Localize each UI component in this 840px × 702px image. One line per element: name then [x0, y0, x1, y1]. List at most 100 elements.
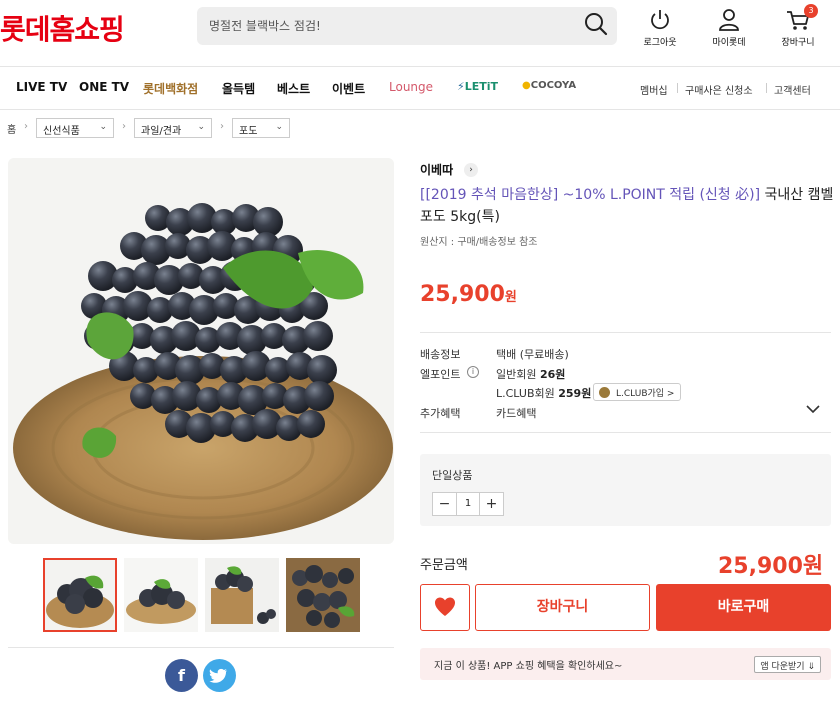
breadcrumb-select-category1[interactable]: 신선식품 ⌄ [36, 118, 114, 138]
grape-berry [303, 321, 333, 351]
lpoint-lclub: L.CLUB회원 259원 [496, 385, 591, 401]
chevron-down-icon[interactable] [806, 404, 820, 414]
nav-membership[interactable]: 멤버십 [640, 82, 668, 97]
facebook-icon: f [178, 666, 185, 685]
search-input[interactable] [209, 15, 569, 37]
thumbnail-image [45, 560, 115, 630]
thumbnail-1[interactable] [43, 558, 117, 632]
chevron-right-icon: › [220, 121, 224, 132]
total-price: 25,900원 [718, 554, 824, 579]
product-title-promo[interactable]: [[2019 추석 마음한상] ~10% L.POINT 적립 (신청 必)] [420, 187, 760, 203]
user-icon [719, 9, 739, 31]
app-download-button[interactable]: 앱 다운받기 ⇓ [754, 656, 821, 673]
main-nav: LIVE TV ONE TV 롯데백화점 올득템 베스트 이벤트 Lounge … [0, 66, 840, 110]
thumbnail-image [286, 558, 360, 632]
letit-icon: ⚡ [457, 80, 465, 93]
heart-icon [435, 597, 455, 616]
chevron-right-icon: › [122, 121, 126, 132]
shipping-label: 배송정보 [420, 348, 461, 361]
lpoint-general-value: 26원 [539, 368, 566, 381]
grape-image [8, 158, 394, 544]
nav-live-tv[interactable]: LIVE TV [16, 80, 67, 94]
nav-gift-apply[interactable]: 구매사은 신청소 [685, 82, 753, 97]
info-icon[interactable]: i [467, 366, 479, 378]
nav-one-tv[interactable]: ONE TV [79, 80, 129, 94]
divider [420, 432, 831, 433]
benefit-value: 카드혜택 [496, 407, 537, 420]
divider [420, 332, 831, 333]
mypage-button[interactable]: 마이롯데 [699, 8, 759, 50]
cart-label: 장바구니 [781, 38, 815, 48]
power-icon [651, 10, 669, 30]
option-title: 단일상품 [432, 469, 473, 482]
option-box: 단일상품 − 1 + [420, 454, 831, 526]
origin-info: 원산지 : 구매/배송정보 참조 [420, 237, 538, 248]
lpoint-general-label: 일반회원 [496, 368, 540, 381]
thumbnail-4[interactable] [286, 558, 360, 632]
lpoint-lclub-value: 259원 [558, 387, 592, 400]
quantity-stepper: − 1 + [432, 492, 504, 516]
total-label: 주문금액 [420, 558, 468, 573]
quantity-plus-button[interactable]: + [479, 493, 503, 515]
quantity-value[interactable]: 1 [457, 493, 479, 515]
cart-count-badge: 3 [804, 4, 818, 18]
chevron-right-icon: › [24, 121, 28, 132]
add-to-cart-button[interactable]: 장바구니 [475, 584, 650, 631]
logout-button[interactable]: 로그아웃 [630, 8, 690, 50]
thumbnail-3[interactable] [205, 558, 279, 632]
nav-separator [677, 83, 678, 93]
shipping-value: 택배 (무료배송) [496, 348, 569, 361]
chevron-down-icon: ⌄ [99, 122, 107, 132]
price-unit: 원 [504, 290, 517, 305]
quantity-minus-button[interactable]: − [433, 493, 457, 515]
header: 롯데홈쇼핑 로그아웃 마이롯데 3 장바구니 [0, 0, 840, 66]
thumbnail-image [124, 558, 198, 632]
nav-cocoya-label: COCOYA [530, 80, 577, 91]
product-title: [[2019 추석 마음한상] ~10% L.POINT 적립 (신청 必)] … [420, 184, 835, 228]
breadcrumb-select-label: 포도 [239, 126, 258, 137]
nav-letit[interactable]: ⚡LETiT [457, 80, 498, 93]
brand-name[interactable]: 이베따 [420, 161, 453, 178]
lclub-join-button[interactable]: L.CLUB가입 > [593, 383, 682, 401]
breadcrumb: 홈 › 신선식품 ⌄ › 과일/견과 ⌄ › 포도 ⌄ [0, 118, 840, 138]
benefit-label: 추가혜택 [420, 407, 461, 420]
cocoya-icon: ● [522, 80, 531, 91]
logo[interactable]: 롯데홈쇼핑 [0, 8, 125, 48]
nav-lotte-department[interactable]: 롯데백화점 [143, 80, 198, 97]
divider [8, 647, 394, 648]
nav-lounge[interactable]: Lounge [389, 80, 433, 94]
grape-berry [297, 410, 325, 438]
nav-best[interactable]: 베스트 [277, 80, 310, 97]
grape-berry [304, 381, 334, 411]
grape-berry [307, 355, 337, 385]
mypage-label: 마이롯데 [712, 38, 746, 48]
breadcrumb-select-category2[interactable]: 과일/견과 ⌄ [134, 118, 212, 138]
breadcrumb-select-label: 신선식품 [43, 126, 80, 137]
lpoint-lclub-label: L.CLUB회원 [496, 387, 559, 400]
nav-letit-label: LETiT [464, 80, 499, 93]
buy-now-button[interactable]: 바로구매 [656, 584, 831, 631]
lclub-join-label: L.CLUB가입 > [616, 389, 675, 399]
wishlist-button[interactable] [420, 584, 470, 631]
thumbnail-2[interactable] [124, 558, 198, 632]
breadcrumb-select-category3[interactable]: 포도 ⌄ [232, 118, 290, 138]
chevron-down-icon: ⌄ [197, 122, 205, 132]
nav-cocoya[interactable]: ●COCOYA [522, 80, 576, 91]
cart-button[interactable]: 3 장바구니 [768, 4, 828, 50]
nav-customer-center[interactable]: 고객센터 [774, 82, 811, 97]
chevron-right-icon[interactable]: › [464, 163, 478, 177]
facebook-share-button[interactable]: f [165, 659, 198, 692]
search-box[interactable] [197, 7, 617, 45]
nav-event[interactable]: 이벤트 [332, 80, 365, 97]
nav-deal[interactable]: 올득템 [222, 80, 255, 97]
logout-label: 로그아웃 [643, 38, 677, 48]
breadcrumb-home[interactable]: 홈 [7, 121, 16, 136]
thumbnail-image [205, 558, 279, 632]
lclub-icon [599, 387, 610, 398]
price-value: 25,900 [420, 282, 505, 307]
breadcrumb-select-label: 과일/견과 [141, 126, 182, 137]
twitter-share-button[interactable] [203, 659, 236, 692]
lpoint-general: 일반회원 26원 [496, 366, 565, 382]
search-icon[interactable] [584, 12, 608, 36]
app-banner: 지금 이 상품! APP 쇼핑 혜택을 확인하세요~ 앱 다운받기 ⇓ [420, 648, 831, 680]
